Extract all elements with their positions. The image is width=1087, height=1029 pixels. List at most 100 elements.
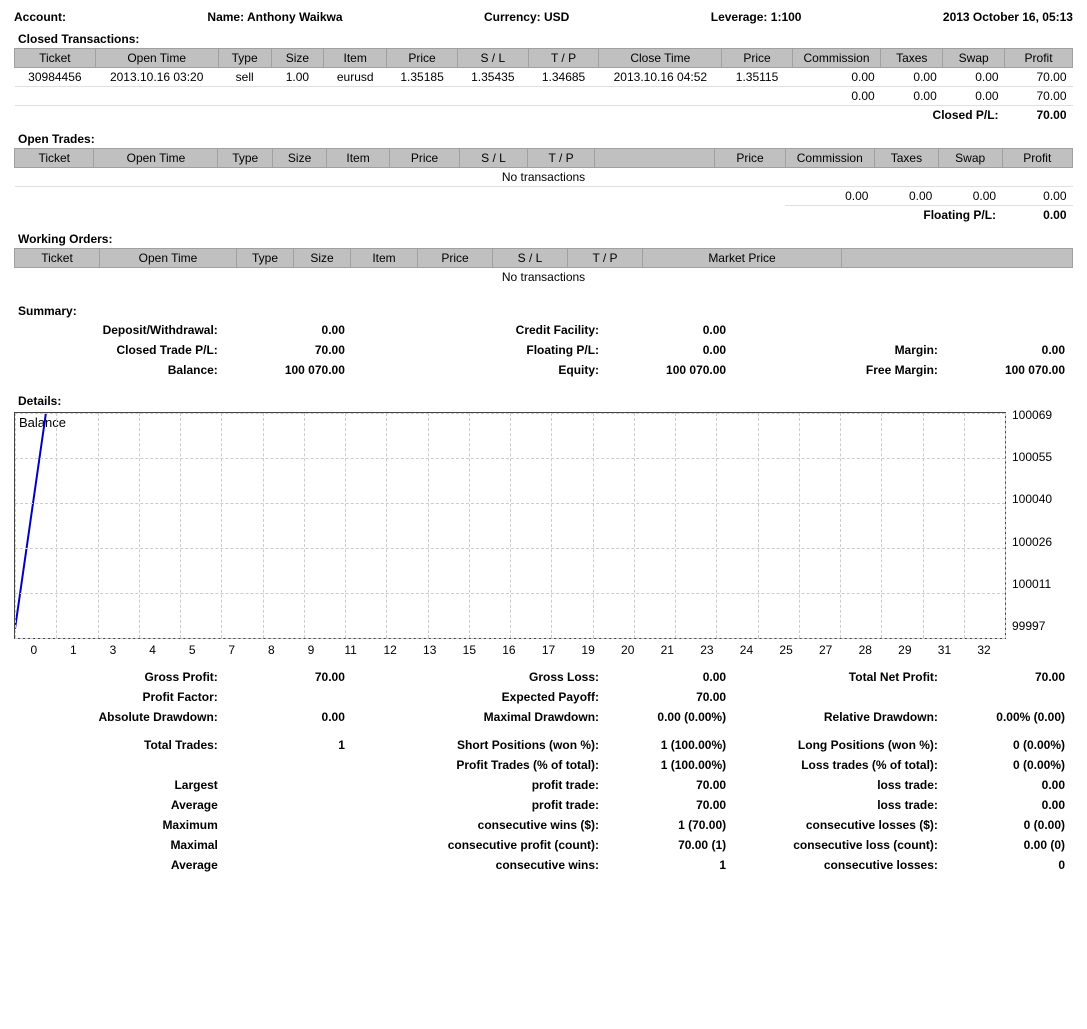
s-l2: Credit Facility:: [353, 320, 607, 340]
stats-label: consecutive loss (count):: [734, 835, 946, 855]
summary-row-2: Closed Trade P/L: 70.00 Floating P/L: 0.…: [14, 340, 1073, 360]
stats-value: 70.00: [607, 775, 734, 795]
s-v2: 0.00: [607, 340, 734, 360]
stats-value: 70.00: [226, 667, 353, 687]
y-tick: 100026: [1012, 535, 1052, 549]
y-tick: 100011: [1012, 577, 1052, 591]
stats-label: Absolute Drawdown:: [14, 707, 226, 727]
col-commission: Commission: [792, 49, 880, 68]
stats-value: 0 (0.00%): [946, 735, 1073, 755]
s-l2: Equity:: [353, 360, 607, 380]
chart-y-axis: 10006910005510004010002610001199997: [1012, 408, 1052, 633]
col-close-time: Close Time: [599, 49, 722, 68]
stats-value: [226, 855, 353, 875]
currency-label: Currency:: [484, 10, 541, 24]
osub-comm: 0.00: [785, 187, 874, 206]
col-tp: T / P: [527, 149, 595, 168]
stats-value: [226, 687, 353, 707]
floating-label: Floating P/L:: [785, 206, 1002, 225]
stats-label: Gross Profit:: [14, 667, 226, 687]
col-item: Item: [351, 249, 418, 268]
account-label: Account:: [14, 10, 66, 24]
col-taxes: Taxes: [881, 49, 943, 68]
cell-tp: 1.34685: [528, 68, 599, 87]
s-l3: [734, 320, 946, 340]
x-tick: 12: [370, 643, 410, 657]
x-tick: 4: [133, 643, 173, 657]
report-datetime: 2013 October 16, 05:13: [943, 10, 1073, 24]
stats-row: Total Trades:1Short Positions (won %):1 …: [14, 735, 1073, 755]
col-blank: [842, 249, 1073, 268]
s-l1: Deposit/Withdrawal:: [14, 320, 226, 340]
col-type: Type: [218, 149, 273, 168]
sub-swap: 0.00: [943, 87, 1005, 106]
stats-value: [226, 815, 353, 835]
stats-label: Loss trades (% of total):: [734, 755, 946, 775]
balance-chart: Balance: [14, 412, 1006, 639]
x-tick: 23: [687, 643, 727, 657]
col-open-time: Open Time: [100, 249, 237, 268]
stats-label: Average: [14, 795, 226, 815]
stats-label: Long Positions (won %):: [734, 735, 946, 755]
stats-value: 0.00 (0): [946, 835, 1073, 855]
stats-label: consecutive wins:: [353, 855, 607, 875]
cell-size: 1.00: [271, 68, 324, 87]
x-tick: 1: [54, 643, 94, 657]
stats-value: 1 (100.00%): [607, 755, 734, 775]
sub-comm: 0.00: [792, 87, 880, 106]
summary-title: Summary:: [18, 304, 1073, 318]
stats-row: Averageconsecutive wins:1consecutive los…: [14, 855, 1073, 875]
stats-row: Maximumconsecutive wins ($):1 (70.00)con…: [14, 815, 1073, 835]
osub-profit: 0.00: [1002, 187, 1072, 206]
y-tick: 100040: [1012, 492, 1052, 506]
stats-value: 0.00: [226, 707, 353, 727]
stats-label: Total Net Profit:: [734, 667, 946, 687]
stats-label: [14, 755, 226, 775]
stats-label: consecutive wins ($):: [353, 815, 607, 835]
col-item: Item: [324, 49, 387, 68]
stats-label: Profit Factor:: [14, 687, 226, 707]
cell-open: 2013.10.16 03:20: [95, 68, 218, 87]
col-size: Size: [271, 49, 324, 68]
s-l1: Balance:: [14, 360, 226, 380]
col-tp: T / P: [528, 49, 599, 68]
stats-row: Profit Trades (% of total):1 (100.00%)Lo…: [14, 755, 1073, 775]
stats-label: profit trade:: [353, 795, 607, 815]
osub-taxes: 0.00: [874, 187, 938, 206]
closed-pl-label: Closed P/L:: [792, 106, 1004, 125]
col-swap: Swap: [943, 49, 1005, 68]
col-profit: Profit: [1002, 149, 1072, 168]
stats-label: Gross Loss:: [353, 667, 607, 687]
open-subtotal: 0.00 0.00 0.00 0.00: [15, 187, 1073, 206]
closed-subtotal: 0.00 0.00 0.00 70.00: [15, 87, 1073, 106]
stats-table: Gross Profit:70.00Gross Loss:0.00Total N…: [14, 667, 1073, 875]
stats-value: 0 (0.00%): [946, 755, 1073, 775]
cell-cprice: 1.35115: [722, 68, 793, 87]
s-l3: Free Margin:: [734, 360, 946, 380]
open-table: Ticket Open Time Type Size Item Price S …: [14, 148, 1073, 224]
floating-value: 0.00: [1002, 206, 1072, 225]
stats-label: loss trade:: [734, 795, 946, 815]
summary-row-1: Deposit/Withdrawal: 0.00 Credit Facility…: [14, 320, 1073, 340]
col-cprice: Price: [722, 49, 793, 68]
col-open-time: Open Time: [95, 49, 218, 68]
x-tick: 7: [212, 643, 252, 657]
col-item: Item: [327, 149, 390, 168]
x-tick: 5: [172, 643, 212, 657]
stats-value: 1 (100.00%): [607, 735, 734, 755]
stats-value: 0.00: [607, 667, 734, 687]
s-v1: 100 070.00: [226, 360, 353, 380]
chart-x-axis: 0134578911121315161719202123242527282931…: [14, 643, 1004, 657]
stats-row: Profit Factor:Expected Payoff:70.00: [14, 687, 1073, 707]
s-v2: 0.00: [607, 320, 734, 340]
stats-row: Averageprofit trade:70.00loss trade:0.00: [14, 795, 1073, 815]
col-ticket: Ticket: [15, 149, 94, 168]
stats-value: 1 (70.00): [607, 815, 734, 835]
col-blank: [595, 149, 715, 168]
col-price: Price: [387, 49, 458, 68]
sub-profit: 70.00: [1005, 87, 1073, 106]
col-sl: S / L: [493, 249, 568, 268]
stats-value: [226, 795, 353, 815]
x-tick: 21: [648, 643, 688, 657]
working-table: Ticket Open Time Type Size Item Price S …: [14, 248, 1073, 286]
